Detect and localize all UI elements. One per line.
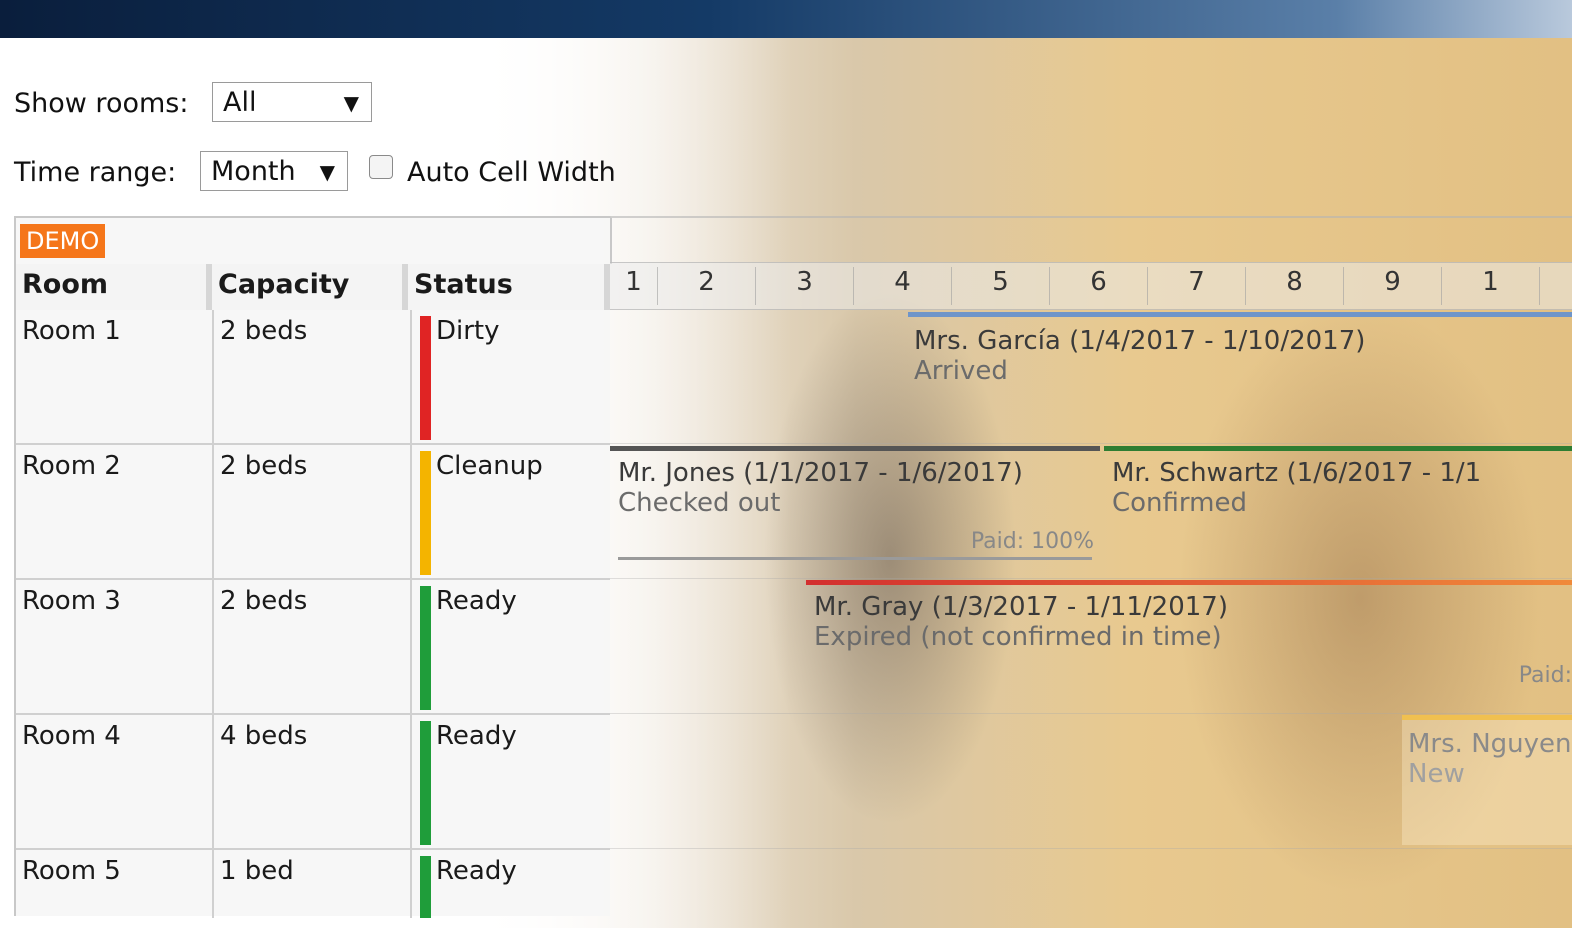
event-title: Mrs. Nguyen [1408,729,1572,759]
app-header-bar [0,0,1572,38]
room-grid: DEMO Room Capacity Status Room 1 2 beds … [14,216,610,918]
reservation-event-schwartz[interactable]: Mr. Schwartz (1/6/2017 - 1/1 Confirmed [1104,446,1572,566]
day-header-cell[interactable]: 8 [1246,267,1344,305]
event-status-text: Expired (not confirmed in time) [814,622,1222,652]
table-row-room-4-name[interactable]: Room 4 [16,715,214,850]
event-paid-label: Paid: [1518,663,1572,688]
table-row-room-1-capacity: 2 beds [214,310,412,445]
table-row-room-3-status: Ready [412,580,610,715]
day-header-cell[interactable]: 1 [610,267,658,305]
table-row-room-3-capacity: 2 beds [214,580,412,715]
event-status-text: Checked out [618,488,781,518]
event-status-bar [806,580,1572,585]
event-status-bar [908,312,1572,317]
column-header-room[interactable]: Room [16,264,212,310]
event-paid-label: Paid: 100% [970,529,1094,554]
event-status-bar [610,446,1100,451]
auto-cell-width-checkbox[interactable] [369,155,393,179]
table-row-room-4-status: Ready [412,715,610,850]
time-range-label: Time range: [14,157,177,188]
lane-divider [610,443,1572,444]
table-row-room-1-name[interactable]: Room 1 [16,310,214,445]
day-header-cell[interactable]: 6 [1050,267,1148,305]
event-status-bar [1402,715,1572,720]
reservation-event-nguyen[interactable]: Mrs. Nguyen New [1402,715,1572,845]
event-title: Mrs. García (1/4/2017 - 1/10/2017) [914,326,1366,356]
lane-divider [610,578,1572,579]
event-status-text: New [1408,759,1465,789]
table-row-room-1-status: Dirty [412,310,610,445]
table-row-room-3-name[interactable]: Room 3 [16,580,214,715]
column-header-capacity[interactable]: Capacity [212,264,408,310]
lane-divider [610,713,1572,714]
chevron-down-icon: ▼ [319,160,335,184]
table-row-room-5-name[interactable]: Room 5 [16,850,214,918]
day-header-cell[interactable]: 7 [1148,267,1246,305]
event-status-text: Confirmed [1112,488,1247,518]
time-range-select[interactable]: Month ▼ [200,151,348,191]
show-rooms-label: Show rooms: [14,88,189,119]
event-status-text: Arrived [914,356,1008,386]
event-status-bar [1104,446,1572,451]
table-row-room-5-capacity: 1 bed [214,850,412,918]
column-header-status[interactable]: Status [408,264,610,310]
day-header-cell[interactable]: 5 [952,267,1050,305]
day-header-cell[interactable]: 1 [1442,267,1540,305]
event-title: Mr. Jones (1/1/2017 - 1/6/2017) [618,458,1023,488]
day-header-cell[interactable]: 9 [1344,267,1442,305]
auto-cell-width-label: Auto Cell Width [407,157,616,188]
table-row-room-5-status: Ready [436,856,517,886]
chevron-down-icon: ▼ [343,91,359,115]
reservation-event-jones[interactable]: Mr. Jones (1/1/2017 - 1/6/2017) Checked … [610,446,1100,566]
scheduler-timeline: 1 2 3 4 5 6 7 8 9 1 Mrs. García (1/4/201… [610,216,1572,916]
day-header-cell[interactable]: 3 [756,267,854,305]
event-title: Mr. Gray (1/3/2017 - 1/11/2017) [814,592,1228,622]
show-rooms-value: All [223,87,257,118]
event-title: Mr. Schwartz (1/6/2017 - 1/1 [1112,458,1482,488]
table-row-room-4-capacity: 4 beds [214,715,412,850]
show-rooms-select[interactable]: All ▼ [212,82,372,122]
demo-badge: DEMO [20,224,106,258]
day-header-cell[interactable]: 2 [658,267,756,305]
reservation-event-garcia[interactable]: Mrs. García (1/4/2017 - 1/10/2017) Arriv… [908,312,1572,432]
event-paid-progress [618,557,1092,560]
reservation-event-gray[interactable]: Mr. Gray (1/3/2017 - 1/11/2017) Expired … [806,580,1572,700]
timeline-day-header: 1 2 3 4 5 6 7 8 9 1 [610,262,1572,310]
lane-divider [610,848,1572,849]
table-row-room-2-status: Cleanup [412,445,610,580]
day-header-cell[interactable]: 4 [854,267,952,305]
table-row-room-2-capacity: 2 beds [214,445,412,580]
time-range-value: Month [211,156,296,187]
table-row-room-2-name[interactable]: Room 2 [16,445,214,580]
timeline-month-header [610,216,1572,264]
